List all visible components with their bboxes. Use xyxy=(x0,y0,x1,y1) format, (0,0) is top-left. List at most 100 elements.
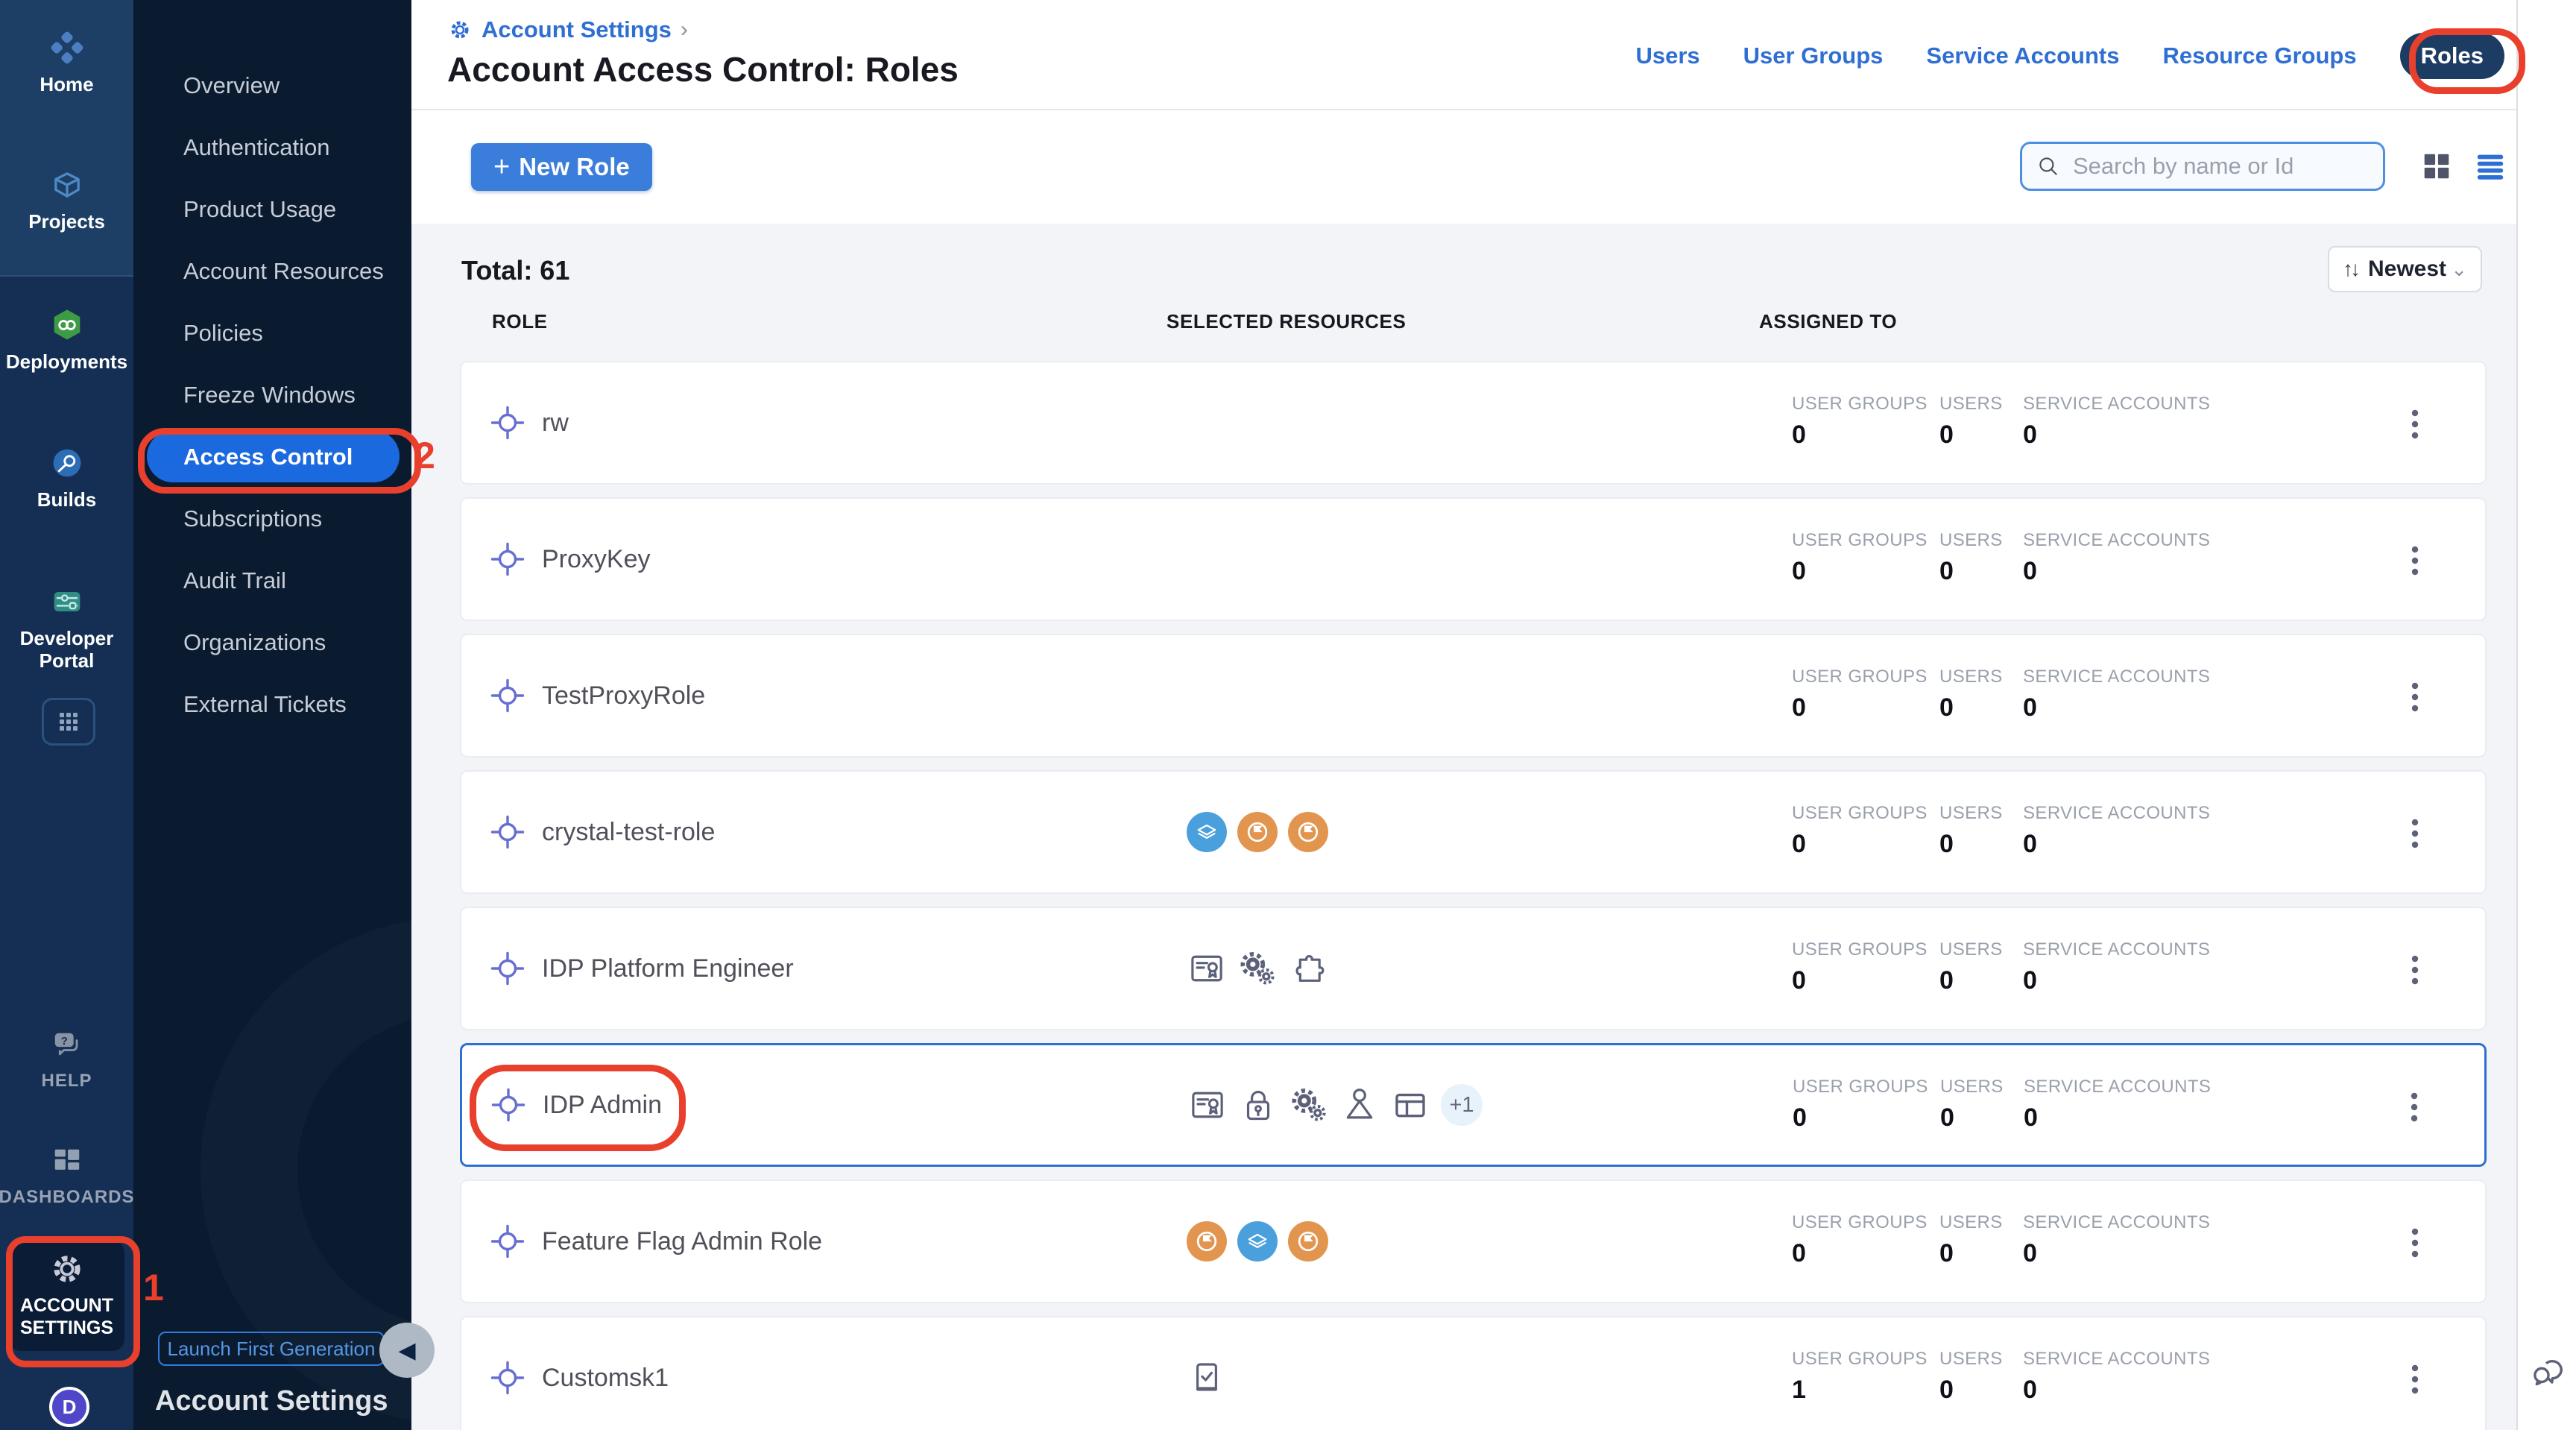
module-picker-button[interactable] xyxy=(42,698,95,746)
column-header-role: ROLE xyxy=(492,310,548,333)
sidebar-item-freeze-windows[interactable]: Freeze Windows xyxy=(133,364,411,426)
service-accounts-count: 0 xyxy=(2024,1103,2038,1133)
app-window: Home Projects Deployments xyxy=(0,0,2576,1430)
users-count: 0 xyxy=(1939,557,1954,586)
service-accounts-count: 0 xyxy=(2023,1376,2037,1405)
nav-dashboards[interactable]: DASHBOARDS xyxy=(0,1142,133,1208)
roles-toolbar: + New Role xyxy=(411,110,2516,224)
help-icon: ? xyxy=(48,1026,86,1065)
service-accounts-count: 0 xyxy=(2023,421,2037,450)
avatar-initial: D xyxy=(63,1396,77,1419)
sidebar-item-product-usage[interactable]: Product Usage xyxy=(133,178,411,240)
service-accounts-count: 0 xyxy=(2023,557,2037,586)
role-name[interactable]: crystal-test-role xyxy=(542,818,715,847)
role-row-feature-flag-admin-role[interactable]: Feature Flag Admin Role USER GROUPS0 USE… xyxy=(460,1179,2487,1303)
sidebar-item-authentication[interactable]: Authentication xyxy=(133,116,411,178)
projects-icon xyxy=(48,166,86,204)
sidebar-item-subscriptions[interactable]: Subscriptions xyxy=(133,488,411,549)
row-menu-kebab-icon[interactable] xyxy=(2409,543,2421,579)
users-count: 0 xyxy=(1939,1239,1954,1268)
role-row-proxykey[interactable]: ProxyKey USER GROUPS0 USERS0 SERVICE ACC… xyxy=(460,497,2487,621)
nav-account-settings-label: ACCOUNT SETTINGS xyxy=(15,1294,119,1339)
user-groups-count: 1 xyxy=(1792,1376,1806,1405)
users-count: 0 xyxy=(1939,693,1954,722)
nav-projects[interactable]: Projects xyxy=(0,166,133,233)
apps-grid-icon xyxy=(55,708,82,735)
row-menu-kebab-icon[interactable] xyxy=(2408,1089,2420,1125)
user-avatar[interactable]: D xyxy=(49,1387,89,1427)
row-menu-kebab-icon[interactable] xyxy=(2409,1361,2421,1397)
launch-first-generation-button[interactable]: Launch First Generation xyxy=(158,1332,385,1366)
annotation-step-2: 2 xyxy=(414,434,435,477)
resource-icon-flag-orange xyxy=(1288,812,1328,852)
list-view-toggle-icon[interactable] xyxy=(2473,149,2507,183)
role-row-idp-platform-engineer[interactable]: IDP Platform Engineer USER GROUPS0 USERS… xyxy=(460,907,2487,1030)
role-name[interactable]: IDP Admin xyxy=(543,1091,662,1120)
role-target-icon xyxy=(490,678,525,714)
sidebar-item-account-resources[interactable]: Account Resources xyxy=(133,240,411,302)
nav-developer-portal[interactable]: Developer Portal xyxy=(0,582,133,672)
row-menu-kebab-icon[interactable] xyxy=(2409,679,2421,715)
sidebar-collapse-button[interactable]: ◀ xyxy=(379,1323,435,1378)
user-groups-count: 0 xyxy=(1792,693,1806,722)
sidebar-item-policies[interactable]: Policies xyxy=(133,302,411,364)
user-groups-count: 0 xyxy=(1792,421,1806,450)
sidebar-item-organizations[interactable]: Organizations xyxy=(133,611,411,673)
row-menu-kebab-icon[interactable] xyxy=(2409,952,2421,988)
nav-account-settings[interactable]: ACCOUNT SETTINGS xyxy=(0,1250,133,1339)
row-menu-kebab-icon[interactable] xyxy=(2409,816,2421,851)
resource-overflow-badge: +1 xyxy=(1441,1084,1483,1126)
service-accounts-count: 0 xyxy=(2023,966,2037,995)
breadcrumb-separator: › xyxy=(681,17,688,42)
resource-icon-flag-orange xyxy=(1187,1221,1227,1262)
role-row-crystal-test-role[interactable]: crystal-test-role USER GROUPS0 USERS0 SE… xyxy=(460,770,2487,894)
breadcrumb-account-settings-link[interactable]: Account Settings xyxy=(482,16,672,43)
role-target-icon xyxy=(490,1360,525,1396)
selected-resources xyxy=(1187,1317,1227,1430)
tab-users[interactable]: Users xyxy=(1635,42,1699,69)
sidebar-item-audit-trail[interactable]: Audit Trail xyxy=(133,549,411,611)
nav-help[interactable]: ? HELP xyxy=(0,1026,133,1092)
nav-builds[interactable]: Builds xyxy=(0,444,133,511)
search-input[interactable] xyxy=(2071,152,2370,180)
deployments-icon xyxy=(48,306,86,344)
role-name[interactable]: ProxyKey xyxy=(542,545,651,574)
sidebar-item-access-control[interactable]: Access Control xyxy=(133,426,411,488)
users-count: 0 xyxy=(1939,830,1954,859)
role-target-icon xyxy=(490,1223,525,1259)
role-name[interactable]: Customsk1 xyxy=(542,1364,669,1393)
grid-view-toggle-icon[interactable] xyxy=(2419,149,2454,183)
page-title: Account Access Control: Roles xyxy=(447,49,959,89)
sort-dropdown[interactable]: ↑↓ Newest ⌄ xyxy=(2328,246,2482,292)
row-menu-kebab-icon[interactable] xyxy=(2409,406,2421,442)
role-target-icon xyxy=(490,405,525,441)
sidebar-title: Account Settings xyxy=(155,1385,388,1417)
role-row-idp-admin[interactable]: IDP Admin +1 USER GROUPS0 USERS0 SERVICE… xyxy=(460,1043,2487,1167)
tab-user-groups[interactable]: User Groups xyxy=(1743,42,1884,69)
new-role-button[interactable]: + New Role xyxy=(471,143,652,191)
selected-resources: +1 xyxy=(1187,1045,1483,1165)
role-name[interactable]: rw xyxy=(542,409,569,438)
column-header-assigned-to: ASSIGNED TO xyxy=(1759,310,1897,333)
role-row-rw[interactable]: rw USER GROUPS0 USERS0 SERVICE ACCOUNTS0 xyxy=(460,361,2487,485)
page-header: Account Settings › Account Access Contro… xyxy=(411,0,2516,110)
role-row-customsk1[interactable]: Customsk1 USER GROUPS1 USERS0 SERVICE AC… xyxy=(460,1316,2487,1430)
resource-icon-person xyxy=(1339,1085,1380,1125)
nav-developer-portal-label: Developer Portal xyxy=(11,627,123,672)
row-menu-kebab-icon[interactable] xyxy=(2409,1225,2421,1261)
role-row-testproxyrole[interactable]: TestProxyRole USER GROUPS0 USERS0 SERVIC… xyxy=(460,634,2487,757)
role-name[interactable]: Feature Flag Admin Role xyxy=(542,1227,822,1256)
nav-home[interactable]: Home xyxy=(0,28,133,95)
support-chat-icon[interactable] xyxy=(2527,1349,2570,1393)
dashboards-icon xyxy=(48,1142,86,1181)
tab-resource-groups[interactable]: Resource Groups xyxy=(2162,42,2356,69)
nav-deployments[interactable]: Deployments xyxy=(0,306,133,373)
tab-service-accounts[interactable]: Service Accounts xyxy=(1926,42,2119,69)
nav-home-label: Home xyxy=(40,73,93,95)
nav-dashboards-label: DASHBOARDS xyxy=(0,1187,135,1208)
role-name[interactable]: TestProxyRole xyxy=(542,681,705,711)
sidebar-item-external-tickets[interactable]: External Tickets xyxy=(133,673,411,735)
tab-roles[interactable]: Roles xyxy=(2400,33,2504,79)
sidebar-item-overview[interactable]: Overview xyxy=(133,54,411,116)
role-name[interactable]: IDP Platform Engineer xyxy=(542,954,794,983)
